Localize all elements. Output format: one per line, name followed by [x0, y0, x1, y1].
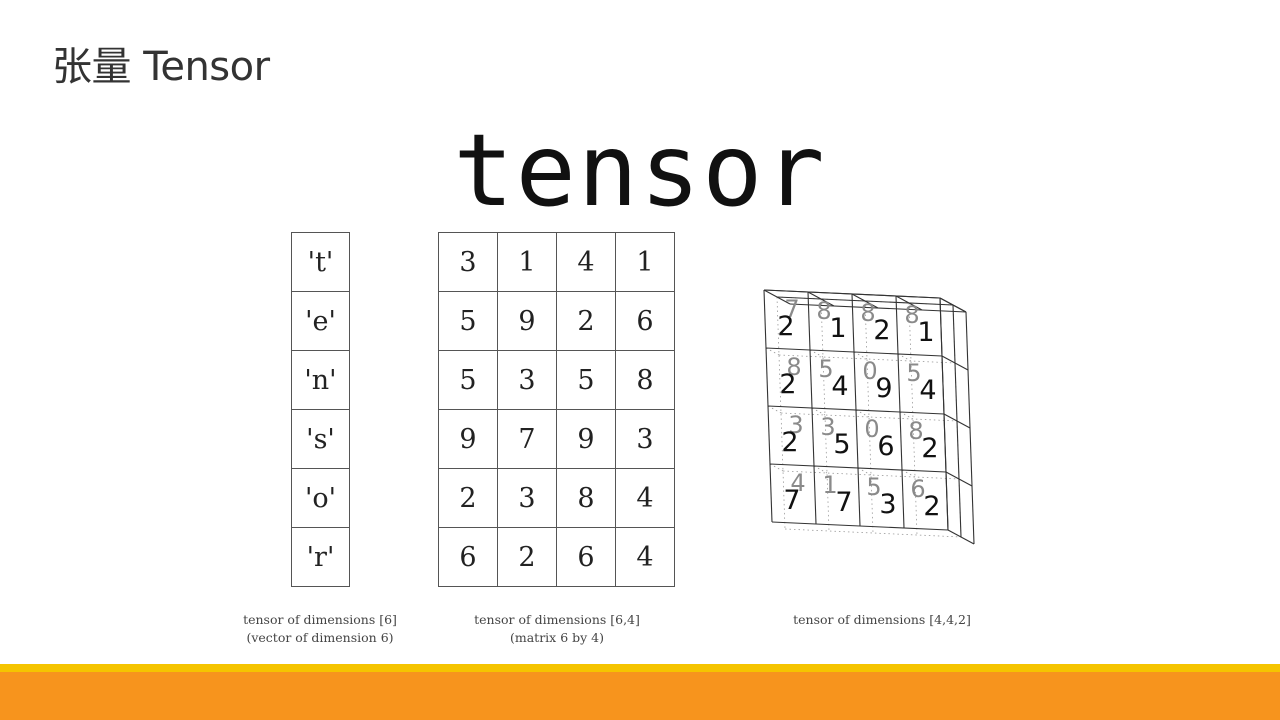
cube-front-digit: 2	[873, 315, 890, 346]
vector-caption-line2: (vector of dimension 6)	[246, 630, 394, 645]
matrix-caption: tensor of dimensions [6,4] (matrix 6 by …	[452, 611, 662, 647]
cube-front-digit: 6	[877, 431, 894, 462]
cube-front-digit: 2	[777, 311, 794, 342]
cube-side-edge	[952, 304, 962, 538]
cube-front-digit: 3	[879, 489, 896, 520]
cube-front-digit: 1	[829, 313, 846, 344]
cube-caption: tensor of dimensions [4,4,2]	[793, 612, 971, 627]
cube-front-digit: 2	[923, 491, 940, 522]
matrix-caption-line2: (matrix 6 by 4)	[510, 630, 604, 645]
cube-front-digit: 4	[919, 375, 936, 406]
cube-front-digit: 7	[783, 485, 800, 516]
cube-front-digit: 1	[917, 317, 934, 348]
cube-front-digit: 4	[831, 371, 848, 402]
cube-front-digit: 5	[833, 429, 850, 460]
vector-caption-line1: tensor of dimensions [6]	[243, 612, 397, 627]
footer-orange-band	[0, 672, 1280, 720]
cube-side-edge	[965, 311, 975, 545]
footer-yellow-band	[0, 664, 1280, 672]
vector-caption: tensor of dimensions [6] (vector of dime…	[230, 611, 410, 647]
cube-front-digit: 2	[779, 369, 796, 400]
cube-front-digit: 9	[875, 373, 892, 404]
matrix-caption-line1: tensor of dimensions [6,4]	[474, 612, 640, 627]
cube-front-digit: 2	[781, 427, 798, 458]
cube-front-digit: 7	[835, 487, 852, 518]
cube-front-digit: 2	[921, 433, 938, 464]
